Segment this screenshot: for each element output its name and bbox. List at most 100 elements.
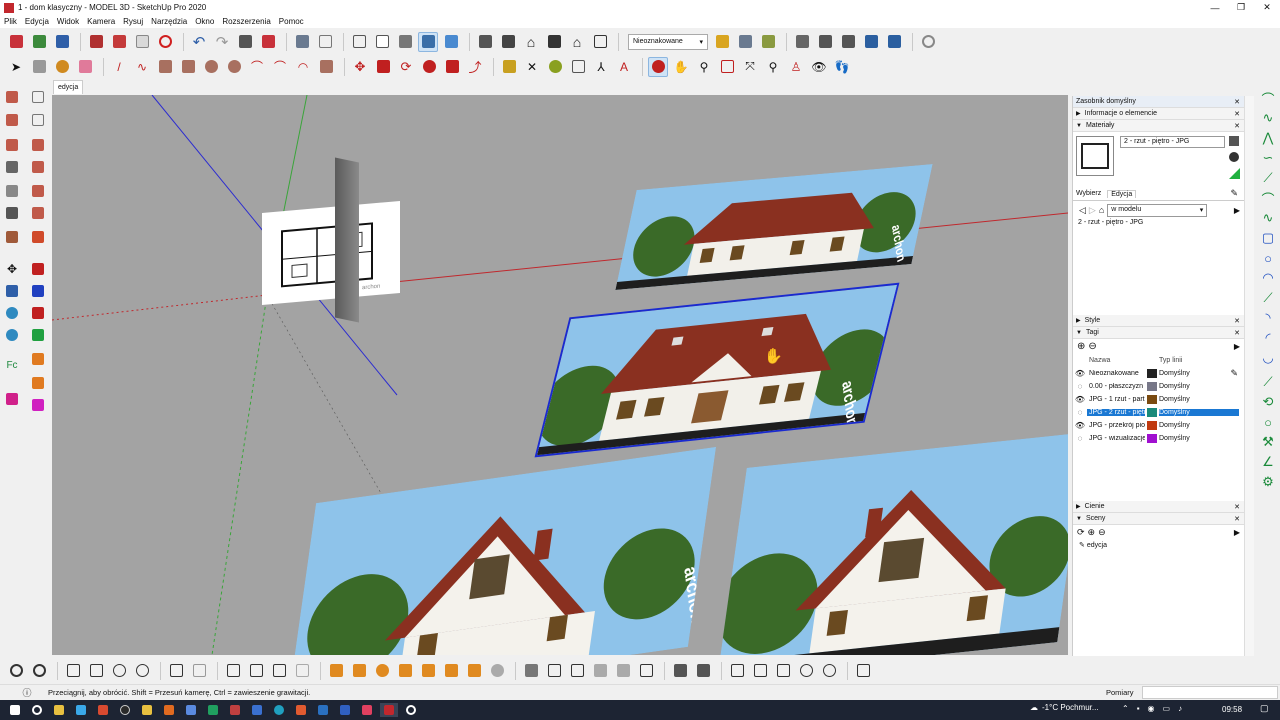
globe2-icon[interactable]: [3, 326, 21, 344]
arc3-icon[interactable]: ◠: [293, 57, 313, 77]
section-plane-icon[interactable]: [792, 32, 812, 52]
tag-color-swatch[interactable]: [1147, 434, 1157, 443]
style-dropdown[interactable]: Nieoznakowane ▾: [628, 33, 708, 50]
top-view-icon[interactable]: [498, 32, 518, 52]
eye-hidden-icon[interactable]: ◌: [1073, 382, 1087, 391]
push-magenta-icon[interactable]: [29, 396, 47, 414]
iso-view-icon[interactable]: [475, 32, 495, 52]
file-explorer-icon[interactable]: [138, 703, 156, 717]
add-tag-icon[interactable]: ⊕: [1077, 341, 1085, 352]
arc2-icon[interactable]: ⌒: [270, 57, 290, 77]
open-button[interactable]: [29, 32, 49, 52]
shape-tool-3-icon[interactable]: [109, 661, 129, 681]
search-icon[interactable]: [28, 703, 46, 717]
model-info-icon[interactable]: [258, 32, 278, 52]
eye-icon[interactable]: 👁: [1073, 369, 1087, 378]
fredo-tool-3-icon[interactable]: [372, 661, 392, 681]
erase-icon[interactable]: [155, 32, 175, 52]
zoom-extents-icon[interactable]: ⤧: [740, 57, 760, 77]
app-tray-icon[interactable]: ▪: [1137, 704, 1140, 713]
bezier-icon[interactable]: ∿: [1260, 110, 1276, 126]
home-icon[interactable]: ⌂: [1099, 205, 1104, 215]
3d-text-icon[interactable]: A: [614, 57, 634, 77]
tag-row[interactable]: 👁 JPG - przekrój pio Domyślny: [1073, 419, 1244, 432]
details-arrow-icon[interactable]: ▶: [1234, 342, 1240, 351]
paint-bucket-icon[interactable]: [52, 57, 72, 77]
sandbox-contours-icon[interactable]: [3, 88, 21, 106]
tag-color-swatch[interactable]: [1147, 421, 1157, 430]
fredo-tool-1-icon[interactable]: [326, 661, 346, 681]
view-tool-5-icon[interactable]: [819, 661, 839, 681]
polygon-icon[interactable]: [224, 57, 244, 77]
save-button[interactable]: [52, 32, 72, 52]
close-icon[interactable]: ✕: [1234, 515, 1240, 523]
close-icon[interactable]: ✕: [1234, 503, 1240, 511]
taskbar-app-1-icon[interactable]: [50, 703, 68, 717]
menu-edycja[interactable]: Edycja: [25, 17, 49, 26]
add-detail-icon[interactable]: [29, 136, 47, 154]
taskbar-app-5-icon[interactable]: [160, 703, 178, 717]
rectangle-icon[interactable]: [155, 57, 175, 77]
position-camera-icon[interactable]: ♙: [786, 57, 806, 77]
paste-icon[interactable]: [132, 32, 152, 52]
tag-row[interactable]: ◌ 0.00 - płaszczyzn Domyślny: [1073, 380, 1244, 393]
solid-tool-6-icon[interactable]: [636, 661, 656, 681]
menu-rozszerzenia[interactable]: Rozszerzenia: [222, 17, 270, 26]
entity-info-panel-header[interactable]: ▶ Informacje o elemencie ✕: [1073, 108, 1244, 120]
tab-edit[interactable]: Edycja: [1107, 189, 1137, 198]
hidden-line-icon[interactable]: [372, 32, 392, 52]
window-tool-1-icon[interactable]: [223, 661, 243, 681]
walk-icon[interactable]: 👣: [832, 57, 852, 77]
loop-icon[interactable]: ⟲: [1260, 394, 1276, 410]
window-tool-2-icon[interactable]: [246, 661, 266, 681]
undo-button[interactable]: ↶: [189, 32, 209, 52]
push-pull-icon[interactable]: [373, 57, 393, 77]
notifications-icon[interactable]: ▢: [1260, 703, 1269, 714]
warehouse-icon[interactable]: [735, 32, 755, 52]
circle-icon[interactable]: [201, 57, 221, 77]
globe-icon[interactable]: [3, 304, 21, 322]
line-tool-icon[interactable]: /: [109, 57, 129, 77]
solid-tool-2-icon[interactable]: [544, 661, 564, 681]
solid-union-icon[interactable]: [29, 182, 47, 200]
solid-trim-icon[interactable]: [29, 204, 47, 222]
components-icon[interactable]: [712, 32, 732, 52]
3d-viewport[interactable]: archon archon archon ✋ archon: [52, 95, 1068, 655]
view-tool-2-icon[interactable]: [750, 661, 770, 681]
protractor-icon[interactable]: [545, 57, 565, 77]
extension-warehouse-icon[interactable]: [758, 32, 778, 52]
rectangle-curve-icon[interactable]: ▢: [1260, 230, 1276, 246]
measurements-input[interactable]: [1142, 686, 1278, 699]
menu-plik[interactable]: Plik: [4, 17, 17, 26]
eye-icon[interactable]: 👁: [1073, 421, 1087, 430]
rotate-icon[interactable]: ⟳: [396, 57, 416, 77]
close-button[interactable]: ✕: [1254, 0, 1280, 15]
polyline-icon[interactable]: ⋀: [1260, 130, 1276, 146]
shape-tool-2-icon[interactable]: [86, 661, 106, 681]
freehand-icon[interactable]: ∿: [132, 57, 152, 77]
group-tool-1-icon[interactable]: [670, 661, 690, 681]
create-material-icon[interactable]: [1229, 152, 1239, 162]
view-tool-3-icon[interactable]: [773, 661, 793, 681]
stamp-icon[interactable]: [29, 111, 47, 129]
library-select[interactable]: w modelu ▾: [1107, 203, 1208, 217]
copy-icon[interactable]: [109, 32, 129, 52]
solid-tool-1-icon[interactable]: [521, 661, 541, 681]
material-item[interactable]: 2 - rzut - piętro - JPG: [1073, 219, 1244, 315]
wrench-icon[interactable]: ⚒: [1260, 434, 1276, 450]
fredo-tool-5-icon[interactable]: [418, 661, 438, 681]
sample-paint-icon[interactable]: [1229, 168, 1240, 179]
materials-panel-header[interactable]: ▼ Materiały ✕: [1073, 120, 1244, 132]
taskbar-app-12-icon[interactable]: [314, 703, 332, 717]
view-tool-1-icon[interactable]: [727, 661, 747, 681]
back-view-icon[interactable]: ⌂: [567, 32, 587, 52]
tab-select[interactable]: Wybierz: [1076, 190, 1101, 197]
previous-view-icon[interactable]: ⚲: [763, 57, 783, 77]
solid-tool-4-icon[interactable]: [590, 661, 610, 681]
layout-tool-1-icon[interactable]: [166, 661, 186, 681]
shaded-icon[interactable]: [395, 32, 415, 52]
cubic-icon[interactable]: ∿: [1260, 210, 1276, 226]
taskbar-sketchup-icon[interactable]: [380, 703, 398, 717]
back-arrow-icon[interactable]: ◁: [1079, 205, 1086, 216]
taskbar-app-14-icon[interactable]: [358, 703, 376, 717]
